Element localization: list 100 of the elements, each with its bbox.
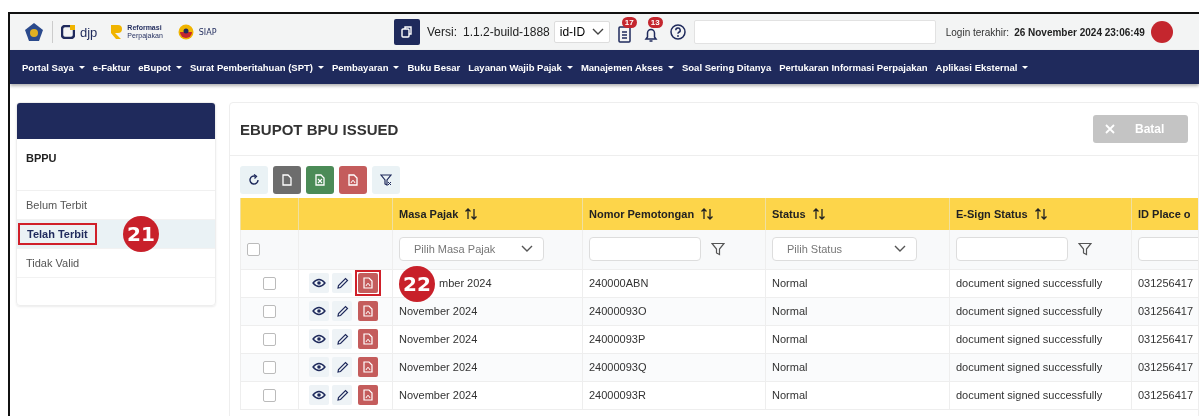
table-cell: Normal xyxy=(765,353,950,381)
pencil-icon xyxy=(335,304,349,318)
pdf-button[interactable] xyxy=(358,385,378,405)
filter-clear-icon xyxy=(380,174,392,186)
caret-icon xyxy=(393,65,400,69)
reform-logo-icon xyxy=(110,24,123,40)
table-cell: November 2024 xyxy=(392,325,583,353)
pdf-file-icon xyxy=(363,305,373,317)
table-cell: document signed successfully xyxy=(949,297,1132,325)
nav-menu-item[interactable]: Pertukaran Informasi Perpajakan xyxy=(779,61,928,73)
copy-button[interactable] xyxy=(394,19,420,45)
logout-button[interactable] xyxy=(1150,21,1173,43)
pdf-button[interactable] xyxy=(358,301,378,321)
filter-input[interactable] xyxy=(956,237,1068,262)
filter-input[interactable] xyxy=(589,237,701,262)
eye-icon xyxy=(312,306,326,316)
caret-icon xyxy=(78,65,85,69)
close-icon xyxy=(1105,124,1115,134)
filter-icon[interactable] xyxy=(711,242,725,257)
siap-logo-text: SIAP xyxy=(198,27,217,37)
caret-icon xyxy=(667,65,674,69)
eye-icon xyxy=(312,278,326,288)
row-checkbox[interactable] xyxy=(263,276,276,290)
sort-icon[interactable] xyxy=(700,208,715,220)
nav-menu-item[interactable]: eBupot xyxy=(138,61,182,73)
version-label: Versi: xyxy=(427,25,457,39)
edit-button[interactable] xyxy=(332,329,352,349)
page-title: EBUPOT BPU ISSUED xyxy=(240,120,399,138)
view-button[interactable] xyxy=(309,357,329,377)
table-cell: 031256417 xyxy=(1131,325,1198,353)
document-icon[interactable] xyxy=(617,25,632,43)
copy-icon xyxy=(401,26,413,38)
locale-select[interactable]: id-ID xyxy=(553,21,610,43)
row-checkbox[interactable] xyxy=(263,360,276,374)
table-cell: 24000093R xyxy=(582,381,766,409)
nav-menu-item[interactable]: Layanan Wajib Pajak xyxy=(468,61,573,73)
row-checkbox[interactable] xyxy=(263,332,276,346)
filter-dropdown[interactable]: Pilih Status xyxy=(772,237,917,262)
view-button[interactable] xyxy=(309,301,329,321)
sort-icon[interactable] xyxy=(464,208,479,220)
notification-badge: 13 xyxy=(647,17,663,28)
chevron-down-icon xyxy=(521,245,533,254)
nav-menu-item[interactable]: e-Faktur xyxy=(92,61,131,73)
table-cell: 24000093O xyxy=(582,297,766,325)
refresh-button[interactable] xyxy=(240,166,268,194)
table-cell: Normal xyxy=(765,297,950,325)
view-button[interactable] xyxy=(309,385,329,405)
refresh-icon xyxy=(248,174,260,186)
table-cell: 031256417 xyxy=(1131,297,1198,325)
notification-badge: 17 xyxy=(621,17,637,28)
edit-button[interactable] xyxy=(332,385,352,405)
table-cell: document signed successfully xyxy=(949,325,1132,353)
siap-logo-icon xyxy=(177,24,194,40)
nav-menu-item[interactable]: Portal Saya xyxy=(22,61,85,73)
eye-icon xyxy=(312,334,326,344)
table-cell: November 2024 xyxy=(392,353,583,381)
excel-export-button[interactable] xyxy=(306,166,334,194)
row-checkbox[interactable] xyxy=(263,388,276,402)
pdf-button[interactable] xyxy=(358,273,378,293)
view-button[interactable] xyxy=(309,273,329,293)
nav-menu-item[interactable]: Buku Besar xyxy=(407,61,461,73)
caret-icon xyxy=(1022,65,1029,69)
sort-icon[interactable] xyxy=(811,208,826,220)
filter-dropdown[interactable]: Pilih Masa Pajak xyxy=(399,237,544,262)
edit-button[interactable] xyxy=(332,273,352,293)
nav-menu-item[interactable]: Aplikasi Eksternal xyxy=(935,61,1029,73)
table-cell: November 2024 xyxy=(392,297,583,325)
nav-menu-item[interactable]: Manajemen Akses xyxy=(580,61,674,73)
chevron-down-icon xyxy=(591,28,604,36)
table-cell: Normal xyxy=(765,325,950,353)
file-button[interactable] xyxy=(273,166,301,194)
filter-icon[interactable] xyxy=(1078,242,1092,257)
version-text: 1.1.2-build-1888 xyxy=(463,25,550,39)
edit-button[interactable] xyxy=(332,357,352,377)
login-time: 26 November 2024 23:06:49 xyxy=(1014,26,1145,38)
pdf-button[interactable] xyxy=(358,357,378,377)
highlight-box: Telah Terbit xyxy=(18,223,97,245)
pencil-icon xyxy=(335,332,349,346)
sidebar-title: BPPU xyxy=(17,139,215,191)
sort-icon[interactable] xyxy=(1033,208,1048,220)
view-button[interactable] xyxy=(309,329,329,349)
row-checkbox[interactable] xyxy=(263,304,276,318)
sidebar-item[interactable]: Tidak Valid xyxy=(17,249,215,278)
pdf-export-button[interactable] xyxy=(339,166,367,194)
nav-menu-item[interactable]: Soal Sering Ditanya xyxy=(681,61,772,73)
pdf-button[interactable] xyxy=(358,329,378,349)
table-cell: 24000093Q xyxy=(582,353,766,381)
table-cell: 240000ABN xyxy=(582,269,766,297)
search-field[interactable] xyxy=(693,20,936,44)
edit-button[interactable] xyxy=(332,301,352,321)
step-marker: 21 xyxy=(123,216,159,252)
nav-menu-item[interactable]: Surat Pemberitahuan (SPT) xyxy=(189,61,324,73)
login-label: Login terakhir: xyxy=(945,26,1010,38)
select-all-checkbox[interactable] xyxy=(247,243,260,257)
table-cell: document signed successfully xyxy=(949,269,1132,297)
table-cell: 031256417 xyxy=(1131,353,1198,381)
nav-menu-item[interactable]: Pembayaran xyxy=(331,61,400,73)
clear-filter-button[interactable] xyxy=(372,166,400,194)
pencil-icon xyxy=(335,360,349,374)
help-icon[interactable] xyxy=(669,24,686,40)
